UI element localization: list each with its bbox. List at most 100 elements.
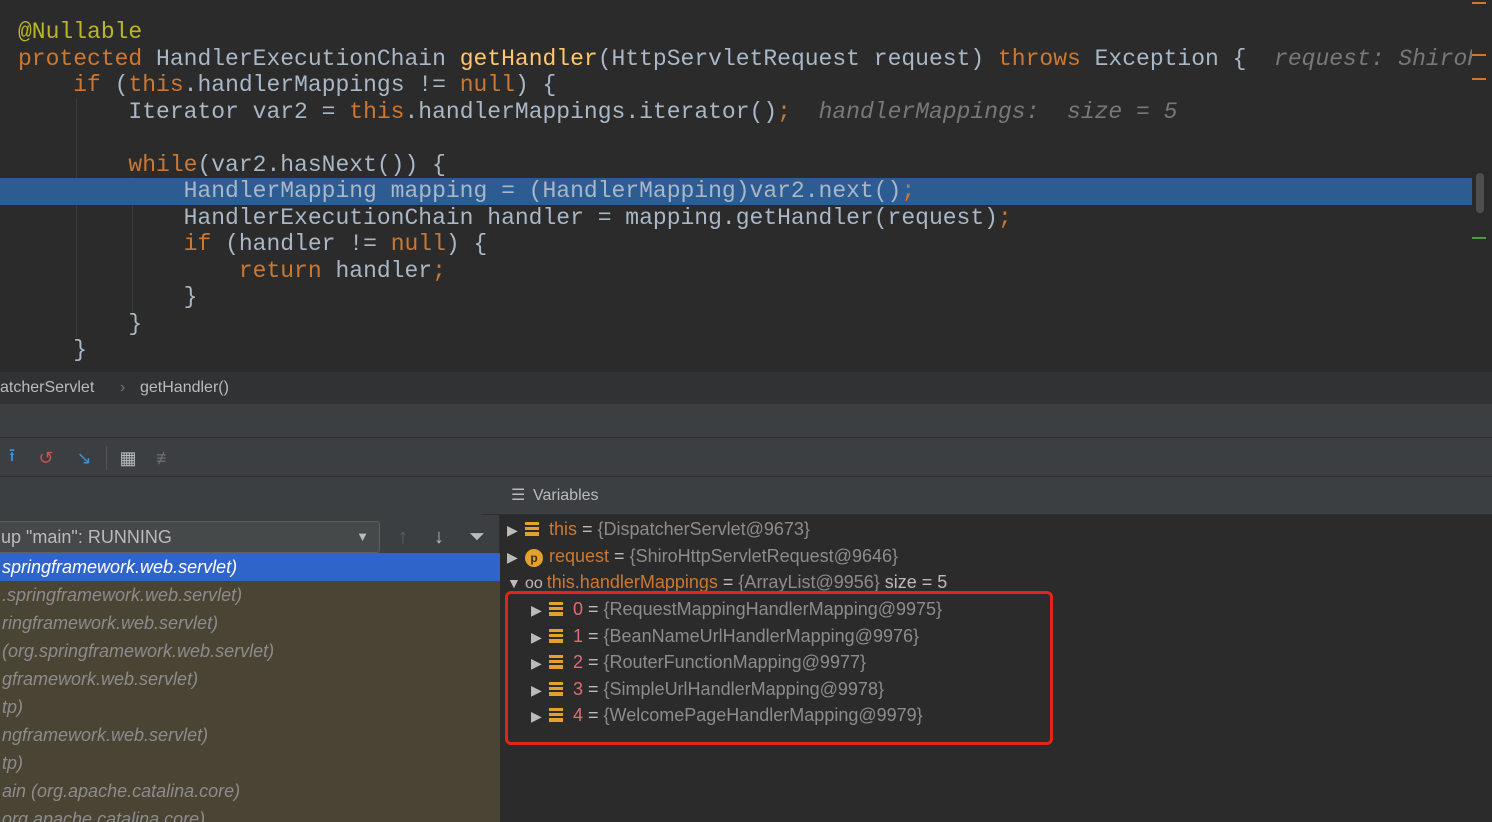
breadcrumb: atcherServlet › getHandler() — [0, 372, 1492, 403]
code-line[interactable]: HandlerExecutionChain handler = mapping.… — [0, 205, 1012, 232]
frame-item[interactable]: .springframework.web.servlet) — [0, 581, 500, 609]
variable-equals: = — [577, 519, 598, 539]
code-token: HandlerExecutionChain handler = mapping.… — [18, 204, 998, 231]
code-token: @Nullable — [18, 19, 143, 45]
editor-scrollbar[interactable] — [1472, 0, 1492, 372]
arrow-up-icon[interactable]: ↑ — [398, 527, 408, 547]
drop-frame-button[interactable]: ↺ — [34, 446, 58, 470]
run-to-cursor-icon: ↘ — [76, 447, 92, 468]
error-stripe-mark[interactable] — [1472, 2, 1486, 4]
step-out-button[interactable]: ⭱ — [0, 445, 24, 470]
breadcrumb-separator: › — [120, 379, 126, 396]
code-token: Exception { — [1094, 45, 1275, 72]
code-line[interactable]: if (handler != null) { — [0, 231, 488, 258]
code-line[interactable]: Iterator var2 = this.handlerMappings.ite… — [0, 99, 1177, 126]
frame-item[interactable]: ngframework.web.servlet) — [0, 721, 500, 749]
code-line[interactable] — [0, 125, 18, 152]
code-token: if — [73, 72, 115, 98]
code-token: if — [183, 231, 226, 257]
breadcrumb-class[interactable]: atcherServlet — [0, 372, 94, 403]
variable-equals: = — [717, 572, 739, 592]
code-token: HandlerExecutionChain — [156, 45, 460, 72]
code-line[interactable]: } — [0, 337, 87, 364]
code-line-current[interactable]: HandlerMapping mapping = (HandlerMapping… — [0, 178, 1472, 205]
code-token: HandlerMapping mapping = (HandlerMapping… — [18, 178, 902, 204]
code-line[interactable]: return handler; — [0, 258, 446, 285]
code-token: } — [18, 337, 88, 363]
variable-value: {ArrayList@9956} — [738, 572, 880, 592]
frame-item[interactable]: tp) — [0, 693, 500, 721]
trace-button[interactable]: ≢ — [153, 446, 177, 470]
highlight-box — [505, 591, 1053, 745]
run-to-cursor-button[interactable]: ↘ — [72, 446, 96, 470]
breadcrumb-method[interactable]: getHandler() — [140, 372, 229, 403]
variable-row[interactable]: ▶ p request = {ShiroHttpServletRequest@964… — [507, 543, 898, 570]
trace-icon: ≢ — [156, 447, 174, 468]
variables-list-icon: ☰ — [511, 487, 526, 504]
code-token: ( — [114, 72, 129, 98]
code-token: this — [128, 72, 184, 98]
frame-item[interactable]: (org.springframework.web.servlet) — [0, 637, 500, 665]
code-token: ) { — [445, 231, 488, 257]
code-line[interactable]: protected HandlerExecutionChain getHandl… — [0, 46, 1492, 73]
variable-name: this — [549, 519, 578, 539]
variables-title: Variables — [533, 487, 599, 504]
code-token: while — [128, 151, 198, 178]
frames-panel-header: →▪ — [0, 477, 500, 515]
error-stripe-mark[interactable] — [1472, 78, 1486, 80]
step-out-icon: ⭱ — [8, 445, 16, 465]
code-token: } — [18, 284, 198, 310]
parameter-icon: p — [525, 548, 543, 567]
code-token: (HttpServletRequest request) — [597, 45, 998, 72]
code-token: protected — [18, 45, 157, 72]
frame-item[interactable]: gframework.web.servlet) — [0, 665, 500, 693]
code-line[interactable]: while(var2.hasNext()) { — [0, 151, 445, 179]
code-token: (handler != — [225, 231, 391, 257]
thread-selector-value: up "main": RUNNING — [1, 527, 172, 547]
code-line[interactable]: @Nullable — [0, 19, 142, 46]
field-icon — [525, 522, 539, 536]
expand-arrow-icon[interactable]: ▶ — [507, 517, 525, 544]
variable-name: this.handlerMappings — [546, 572, 718, 592]
chevron-down-icon: ▼ — [356, 529, 369, 544]
variable-size: size = 5 — [879, 572, 948, 592]
code-token: } — [18, 310, 143, 337]
code-token: ; — [997, 204, 1012, 231]
toolbar-separator — [106, 446, 107, 470]
thread-selector[interactable]: up "main": RUNNING ▼ — [0, 521, 380, 553]
variable-value: {DispatcherServlet@9673} — [597, 519, 810, 539]
variable-row[interactable]: ▶ this = {DispatcherServlet@9673} — [507, 516, 810, 543]
expand-arrow-icon[interactable]: ▶ — [507, 544, 525, 571]
frame-item[interactable]: ringframework.web.servlet) — [0, 609, 500, 637]
code-token: this — [349, 98, 405, 125]
code-token: ; — [432, 257, 446, 284]
change-stripe-mark[interactable] — [1472, 237, 1486, 239]
code-token: getHandler — [459, 45, 598, 72]
code-line[interactable]: } — [0, 284, 198, 311]
frame-item[interactable]: tp) — [0, 749, 500, 777]
frame-list[interactable]: springframework.web.servlet) .springframe… — [0, 553, 500, 822]
frame-item[interactable]: ain (org.apache.catalina.core) — [0, 777, 500, 805]
editor-scroll-thumb[interactable] — [1476, 173, 1484, 213]
error-stripe-mark[interactable] — [1472, 54, 1486, 56]
frames-panel: →▪ up "main": RUNNING ▼ ↑ ↓ ⏷ springfram… — [0, 477, 500, 822]
frame-item[interactable]: org.apache.catalina.core) — [0, 805, 500, 822]
code-token: Iterator var2 = — [18, 98, 350, 125]
code-token: .handlerMappings.iterator() — [404, 98, 778, 125]
arrow-down-icon[interactable]: ↓ — [434, 527, 444, 547]
code-line[interactable]: } — [0, 311, 142, 338]
code-editor[interactable]: @Nullable protected HandlerExecutionChain… — [0, 0, 1492, 372]
code-token: null — [390, 231, 446, 257]
evaluate-expression-button[interactable]: ▦ — [116, 446, 140, 470]
code-line[interactable]: if (this.handlerMappings != null) { — [0, 72, 556, 99]
code-token: throws — [997, 45, 1095, 72]
code-token: request: ShiroHttpServletRequest@9646 — [1274, 45, 1492, 72]
filter-icon[interactable]: ⏷ — [469, 527, 485, 547]
code-token: ) { — [514, 72, 557, 98]
debug-tool-window-header — [0, 403, 1492, 437]
frame-item-selected[interactable]: springframework.web.servlet) — [0, 553, 500, 581]
